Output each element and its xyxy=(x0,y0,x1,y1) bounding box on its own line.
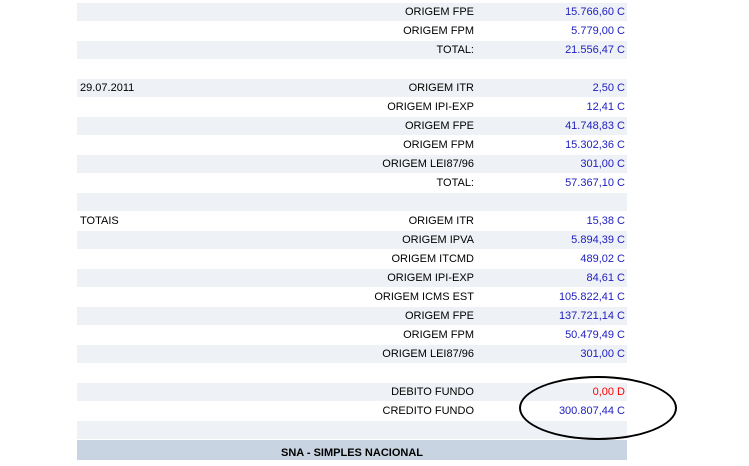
row-value: 84,61 C xyxy=(586,272,625,284)
row-label: ORIGEM LEI87/96 xyxy=(382,348,474,360)
table-row: ORIGEM ITCMD 489,02 C xyxy=(77,250,627,269)
row-date: TOTAIS xyxy=(80,215,119,227)
table-row: ORIGEM FPM 50.479,49 C xyxy=(77,326,627,345)
row-date: 29.07.2011 xyxy=(80,82,135,94)
row-label: ORIGEM LEI87/96 xyxy=(382,158,474,170)
table-row: ORIGEM LEI87/96 301,00 C xyxy=(77,345,627,364)
row-label: ORIGEM FPE xyxy=(404,6,474,18)
row-value: 5.779,00 C xyxy=(571,25,625,37)
row-value: 2,50 C xyxy=(592,82,625,94)
table-row: TOTAL: 57.367,10 C xyxy=(77,174,627,193)
row-value: 489,02 C xyxy=(580,253,625,265)
table-row: TOTAL: 21.556,47 C xyxy=(77,41,627,60)
row-label: ORIGEM FPM xyxy=(403,139,474,151)
table-row xyxy=(77,60,627,79)
row-label: ORIGEM FPE xyxy=(404,310,474,322)
row-value: 301,00 C xyxy=(580,348,625,360)
table-row: ORIGEM ICMS EST 105.822,41 C xyxy=(77,288,627,307)
table-row: ORIGEM IPVA 5.894,39 C xyxy=(77,231,627,250)
row-value: 50.479,49 C xyxy=(565,329,625,341)
row-value: 15,38 C xyxy=(586,215,625,227)
row-label: ORIGEM IPI-EXP xyxy=(387,272,474,284)
row-value: 21.556,47 C xyxy=(565,44,625,56)
row-label: ORIGEM FPM xyxy=(403,25,474,37)
row-label: ORIGEM ITCMD xyxy=(391,253,475,265)
section-header: SNA - SIMPLES NACIONAL xyxy=(77,440,627,460)
row-label: ORIGEM IPVA xyxy=(402,234,474,246)
row-label: ORIGEM IPI-EXP xyxy=(387,101,474,113)
row-value: 15.302,36 C xyxy=(565,139,625,151)
row-value: 12,41 C xyxy=(586,101,625,113)
row-label: TOTAL: xyxy=(436,177,475,189)
table-row: ORIGEM FPE 41.748,83 C xyxy=(77,117,627,136)
row-label: ORIGEM ICMS EST xyxy=(374,291,474,303)
row-value: 15.766,60 C xyxy=(565,6,625,18)
table-row: ORIGEM LEI87/96 301,00 C xyxy=(77,155,627,174)
table-row: ORIGEM FPE 137.721,14 C xyxy=(77,307,627,326)
table-row: TOTAIS ORIGEM ITR 15,38 C xyxy=(77,212,627,231)
table-row: ORIGEM IPI-EXP 12,41 C xyxy=(77,98,627,117)
row-label: ORIGEM ITR xyxy=(408,215,474,227)
row-label: DEBITO FUNDO xyxy=(391,386,474,398)
row-value: 105.822,41 C xyxy=(558,291,625,303)
row-value: 41.748,83 C xyxy=(565,120,625,132)
table-row: ORIGEM FPE 15.766,60 C xyxy=(77,3,627,22)
table-row: ORIGEM FPM 15.302,36 C xyxy=(77,136,627,155)
table-row xyxy=(77,364,627,383)
annotation-circle xyxy=(519,376,677,440)
table-row: ORIGEM FPM 5.779,00 C xyxy=(77,22,627,41)
row-label: ORIGEM FPE xyxy=(404,120,474,132)
row-value: 301,00 C xyxy=(580,158,625,170)
table-row: ORIGEM IPI-EXP 84,61 C xyxy=(77,269,627,288)
row-label: CREDITO FUNDO xyxy=(382,405,474,417)
report-table: ORIGEM FPE 15.766,60 C ORIGEM FPM 5.779,00 … xyxy=(77,3,627,440)
row-label: ORIGEM FPM xyxy=(403,329,474,341)
row-label: TOTAL: xyxy=(436,44,475,56)
table-row xyxy=(77,193,627,212)
table-row: 29.07.2011 ORIGEM ITR 2,50 C xyxy=(77,79,627,98)
row-value: 5.894,39 C xyxy=(571,234,625,246)
row-label: ORIGEM ITR xyxy=(408,82,474,94)
row-value: 137.721,14 C xyxy=(558,310,625,322)
row-value: 57.367,10 C xyxy=(565,177,625,189)
